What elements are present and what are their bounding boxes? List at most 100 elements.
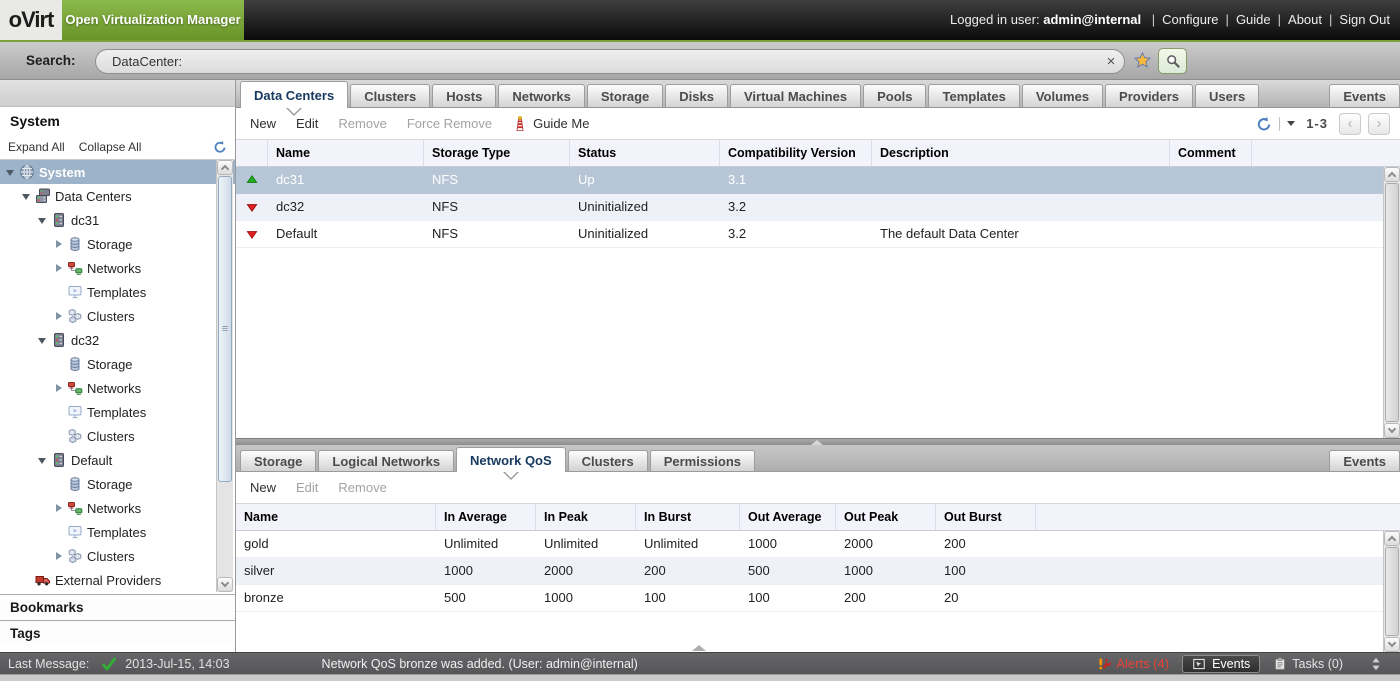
search-input[interactable] <box>96 54 1098 69</box>
column-header-out-average[interactable]: Out Average <box>740 504 836 530</box>
session-link-about[interactable]: About <box>1288 12 1322 27</box>
footer-expander-icon[interactable] <box>1368 656 1384 672</box>
tree-item-default[interactable]: Default <box>0 448 235 472</box>
column-header-name[interactable]: Name <box>268 140 424 166</box>
new-button[interactable]: New <box>250 116 276 131</box>
tab-storage[interactable]: Storage <box>587 84 663 107</box>
tab-data-centers[interactable]: Data Centers <box>240 81 348 108</box>
scroll-up-button[interactable] <box>1384 531 1400 546</box>
guide-me-button[interactable]: Guide Me <box>512 116 589 132</box>
bookmark-star-icon[interactable] <box>1133 51 1152 70</box>
tree-item-storage[interactable]: Storage <box>0 232 235 256</box>
datacenter-row-default[interactable]: DefaultNFSUninitialized3.2The default Da… <box>236 221 1400 248</box>
alerts-button[interactable]: Alerts (4) <box>1098 656 1169 671</box>
edit-button[interactable]: Edit <box>296 116 318 131</box>
tab-virtual-machines[interactable]: Virtual Machines <box>730 84 861 107</box>
tree-item-templates[interactable]: Templates <box>0 520 235 544</box>
scroll-down-button[interactable] <box>1384 637 1400 652</box>
expander-closed-icon[interactable] <box>52 501 67 515</box>
expander-closed-icon[interactable] <box>52 309 67 323</box>
column-header-out-peak[interactable]: Out Peak <box>836 504 936 530</box>
tab-pools[interactable]: Pools <box>863 84 926 107</box>
tab-clusters[interactable]: Clusters <box>568 450 648 471</box>
tree-scrollbar[interactable] <box>216 160 233 592</box>
bottom-panel-grip-icon[interactable] <box>692 645 706 651</box>
column-header-comment[interactable]: Comment <box>1170 140 1252 166</box>
tab-storage[interactable]: Storage <box>240 450 316 471</box>
tab-hosts[interactable]: Hosts <box>432 84 496 107</box>
tasks-button[interactable]: Tasks (0) <box>1273 657 1343 671</box>
tree-item-storage[interactable]: Storage <box>0 352 235 376</box>
tags-section-header[interactable]: Tags <box>0 620 235 646</box>
column-header-compatibility-version[interactable]: Compatibility Version <box>720 140 872 166</box>
expander-open-icon[interactable] <box>36 453 51 467</box>
column-header-in-average[interactable]: In Average <box>436 504 536 530</box>
tab-events[interactable]: Events <box>1329 84 1400 107</box>
scroll-track[interactable] <box>1384 182 1400 423</box>
column-header-description[interactable]: Description <box>872 140 1170 166</box>
session-link-sign-out[interactable]: Sign Out <box>1339 12 1390 27</box>
tree-refresh-icon[interactable] <box>213 140 227 154</box>
column-header-status[interactable]: Status <box>570 140 720 166</box>
tree-item-system[interactable]: System <box>0 160 235 184</box>
expander-closed-icon[interactable] <box>52 381 67 395</box>
expander-closed-icon[interactable] <box>52 549 67 563</box>
refresh-menu-caret-icon[interactable] <box>1287 121 1295 126</box>
tree-item-dc31[interactable]: dc31 <box>0 208 235 232</box>
expander-open-icon[interactable] <box>36 213 51 227</box>
column-header-out-burst[interactable]: Out Burst <box>936 504 1036 530</box>
detail-grid-scrollbar[interactable] <box>1383 531 1400 652</box>
column-header-in-peak[interactable]: In Peak <box>536 504 636 530</box>
column-header-name[interactable]: Name <box>236 504 436 530</box>
column-header-in-burst[interactable]: In Burst <box>636 504 740 530</box>
qos-row-bronze[interactable]: bronze500100010010020020 <box>236 585 1400 612</box>
scroll-down-button[interactable] <box>1384 423 1400 438</box>
tree-item-dc32[interactable]: dc32 <box>0 328 235 352</box>
qos-row-gold[interactable]: goldUnlimitedUnlimitedUnlimited100020002… <box>236 531 1400 558</box>
tree-item-templates[interactable]: Templates <box>0 280 235 304</box>
tree-item-data-centers[interactable]: Data Centers <box>0 184 235 208</box>
scroll-down-button[interactable] <box>217 577 233 592</box>
grid-refresh-icon[interactable] <box>1256 116 1272 132</box>
tab-volumes[interactable]: Volumes <box>1022 84 1103 107</box>
tab-logical-networks[interactable]: Logical Networks <box>318 450 454 471</box>
tree-item-storage[interactable]: Storage <box>0 472 235 496</box>
tab-providers[interactable]: Providers <box>1105 84 1193 107</box>
tab-network-qos[interactable]: Network QoS <box>456 447 566 472</box>
tab-disks[interactable]: Disks <box>665 84 728 107</box>
qos-row-silver[interactable]: silver100020002005001000100 <box>236 558 1400 585</box>
collapse-all-link[interactable]: Collapse All <box>79 140 142 154</box>
tab-users[interactable]: Users <box>1195 84 1259 107</box>
scroll-thumb[interactable] <box>1385 547 1399 636</box>
session-link-configure[interactable]: Configure <box>1162 12 1218 27</box>
tree-item-templates[interactable]: Templates <box>0 400 235 424</box>
tab-networks[interactable]: Networks <box>498 84 585 107</box>
expander-open-icon[interactable] <box>36 333 51 347</box>
expander-open-icon[interactable] <box>4 165 19 179</box>
tree-item-clusters[interactable]: Clusters <box>0 304 235 328</box>
tree-item-external-providers[interactable]: External Providers <box>0 568 235 592</box>
tab-clusters[interactable]: Clusters <box>350 84 430 107</box>
horizontal-splitter[interactable] <box>236 438 1400 445</box>
tree-item-clusters[interactable]: Clusters <box>0 424 235 448</box>
scroll-track[interactable] <box>1384 546 1400 637</box>
datacenter-row-dc31[interactable]: dc31NFSUp3.1 <box>236 167 1400 194</box>
session-link-guide[interactable]: Guide <box>1236 12 1271 27</box>
scroll-track[interactable] <box>217 175 233 577</box>
main-grid-scrollbar[interactable] <box>1383 167 1400 438</box>
tree-item-networks[interactable]: Networks <box>0 256 235 280</box>
scroll-up-button[interactable] <box>217 160 233 175</box>
datacenter-row-dc32[interactable]: dc32NFSUninitialized3.2 <box>236 194 1400 221</box>
expander-closed-icon[interactable] <box>52 237 67 251</box>
scroll-up-button[interactable] <box>1384 167 1400 182</box>
column-header-storage-type[interactable]: Storage Type <box>424 140 570 166</box>
bookmarks-section-header[interactable]: Bookmarks <box>0 594 235 620</box>
expand-all-link[interactable]: Expand All <box>8 140 65 154</box>
expander-open-icon[interactable] <box>20 189 35 203</box>
scroll-thumb[interactable] <box>218 176 232 482</box>
search-clear-icon[interactable]: × <box>1098 53 1124 70</box>
tab-permissions[interactable]: Permissions <box>650 450 755 471</box>
system-panel-header[interactable]: System <box>0 108 235 134</box>
tab-templates[interactable]: Templates <box>928 84 1019 107</box>
search-button[interactable] <box>1158 48 1187 74</box>
